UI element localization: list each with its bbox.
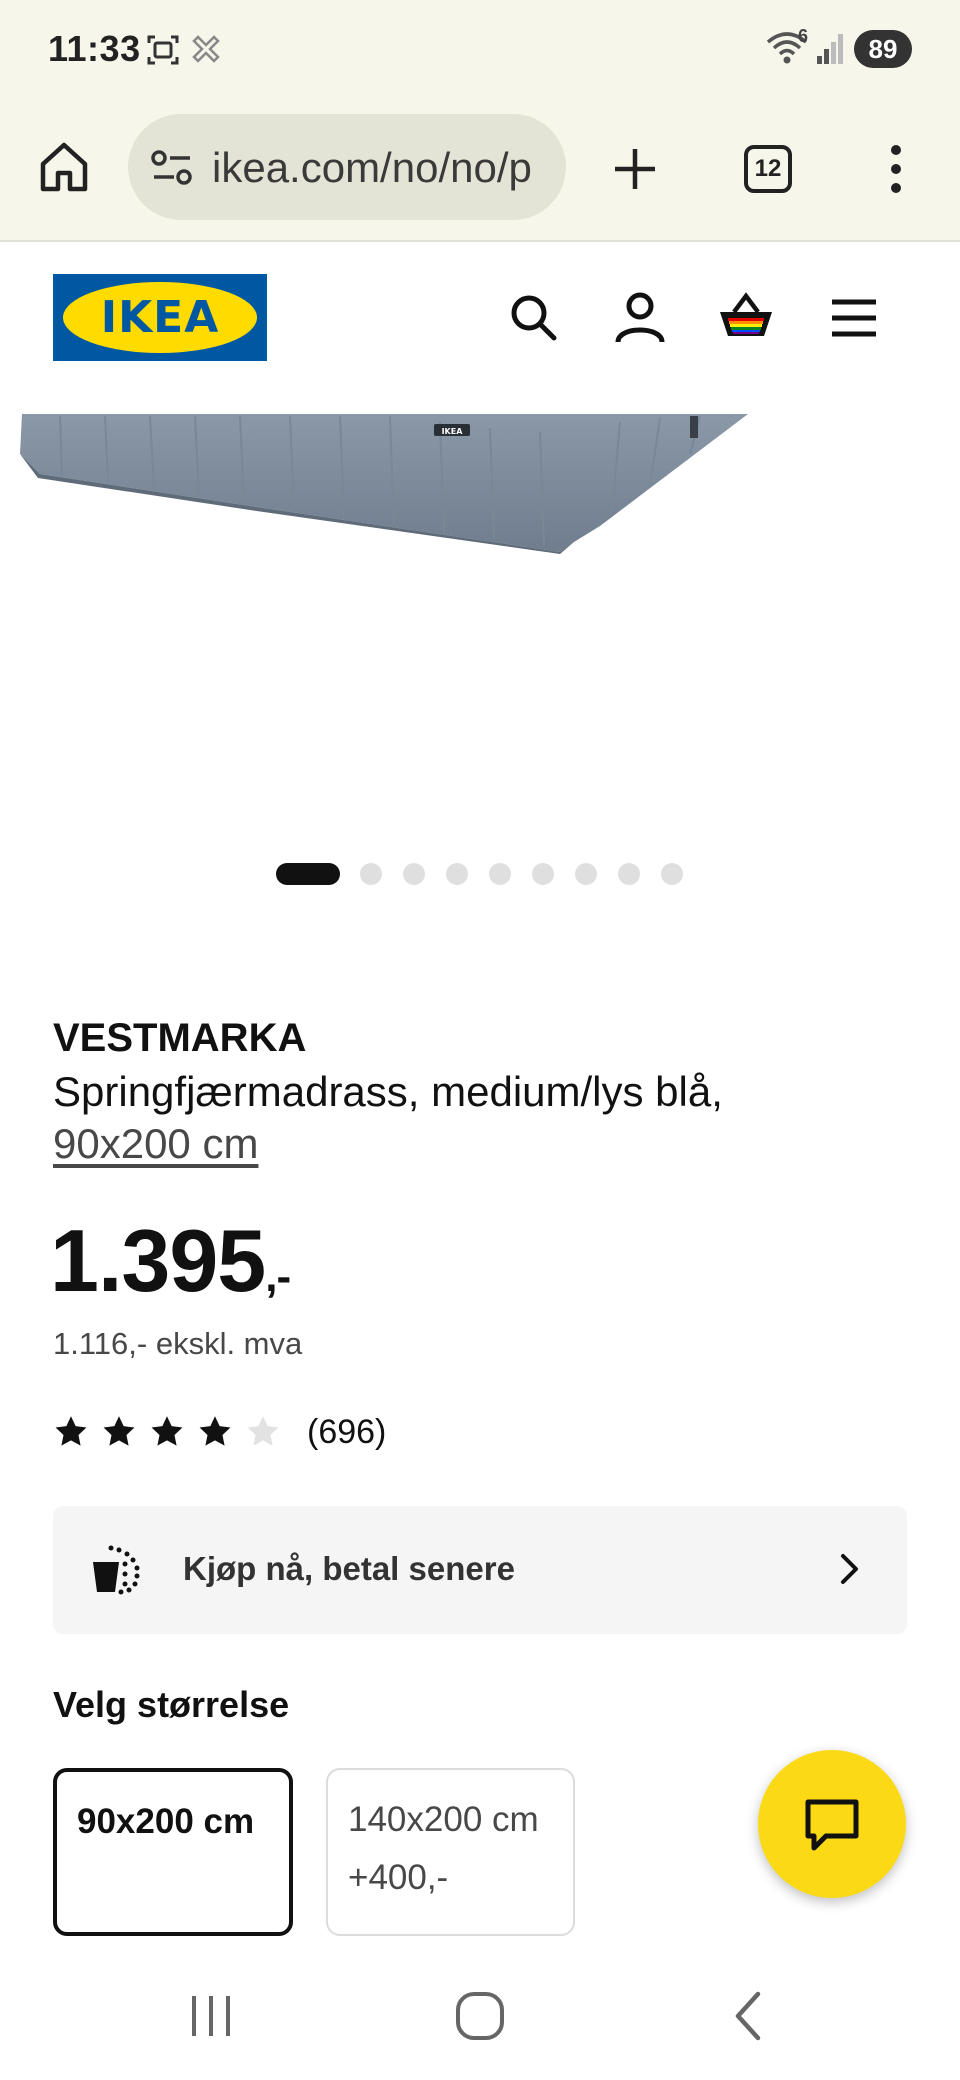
review-count: (696) <box>307 1412 387 1451</box>
svg-text:IKEA: IKEA <box>442 427 464 436</box>
chat-bubble-icon <box>805 1799 859 1851</box>
status-time: 11:33 <box>48 28 141 69</box>
product-name: VESTMARKA <box>53 1016 307 1060</box>
home-nav-icon[interactable] <box>452 1986 508 2046</box>
carousel-dot[interactable] <box>403 863 425 885</box>
bnpl-label: Kjøp nå, betal senere <box>183 1550 515 1587</box>
product-description: Springfjærmadrass, medium/lys blå, <box>53 1068 723 1115</box>
account-icon[interactable] <box>610 288 670 348</box>
cart-icon[interactable] <box>716 288 776 348</box>
app-notification-icon <box>192 35 220 63</box>
browser-toolbar: ikea.com/no/no/p 12 <box>0 100 960 242</box>
chevron-right-icon <box>841 1554 858 1584</box>
more-menu-icon[interactable] <box>888 142 904 196</box>
address-bar[interactable]: ikea.com/no/no/p <box>128 114 566 220</box>
size-option-90x200[interactable]: 90x200 cm <box>53 1768 293 1936</box>
star-filled-icon <box>151 1416 183 1446</box>
price-suffix: ,- <box>265 1252 291 1301</box>
buy-now-pay-later-button[interactable]: Kjøp nå, betal senere <box>53 1506 907 1634</box>
product-image[interactable]: IKEA <box>0 414 960 854</box>
product-rating[interactable]: (696) <box>53 1410 386 1454</box>
carousel-dot[interactable] <box>489 863 511 885</box>
screenshot-icon <box>147 35 179 65</box>
installment-icon <box>93 1545 140 1595</box>
carousel-dot[interactable] <box>532 863 554 885</box>
carousel-dot[interactable] <box>661 863 683 885</box>
price-excl-vat: 1.116,- ekskl. mva <box>53 1326 303 1361</box>
url-text: ikea.com/no/no/p <box>212 144 532 191</box>
status-bar: 11:33 6 89 <box>0 0 960 100</box>
size-option-label: 90x200 cm <box>77 1802 255 1841</box>
carousel-dot[interactable] <box>360 863 382 885</box>
size-option-label: 140x200 cm <box>348 1800 539 1839</box>
search-icon[interactable] <box>504 288 564 348</box>
price-integer: 1.395 <box>50 1211 266 1310</box>
size-option-price-diff: +400,- <box>348 1858 449 1897</box>
home-icon[interactable] <box>38 140 90 194</box>
carousel-dot-active[interactable] <box>276 863 340 885</box>
size-selector-title: Velg størrelse <box>53 1684 290 1725</box>
size-option-140x200[interactable]: 140x200 cm +400,- <box>326 1768 575 1936</box>
ikea-logo[interactable]: IKEA <box>53 274 267 361</box>
logo-text: IKEA <box>100 292 220 343</box>
carousel-dot[interactable] <box>446 863 468 885</box>
battery-indicator: 89 <box>854 30 912 68</box>
image-carousel-dots <box>276 862 704 886</box>
recent-apps-icon[interactable] <box>186 1986 236 2046</box>
menu-icon[interactable] <box>824 288 884 348</box>
chat-button[interactable] <box>758 1750 906 1898</box>
product-size-link[interactable]: 90x200 cm <box>53 1120 258 1168</box>
star-filled-icon <box>55 1416 87 1446</box>
star-filled-icon <box>199 1416 231 1446</box>
site-settings-icon[interactable] <box>150 150 194 186</box>
site-header: IKEA <box>0 244 960 414</box>
star-empty-icon <box>247 1416 279 1446</box>
back-icon[interactable] <box>728 1986 768 2046</box>
product-price: 1.395,- <box>50 1210 291 1312</box>
system-navigation-bar <box>0 1956 960 2080</box>
mattress-illustration: IKEA <box>20 414 748 554</box>
network-badge: 6 <box>798 26 809 46</box>
tab-switcher-button[interactable]: 12 <box>744 145 792 193</box>
carousel-dot[interactable] <box>575 863 597 885</box>
signal-icon <box>817 34 843 64</box>
star-filled-icon <box>103 1416 135 1446</box>
carousel-dot[interactable] <box>618 863 640 885</box>
new-tab-icon[interactable] <box>612 146 658 192</box>
